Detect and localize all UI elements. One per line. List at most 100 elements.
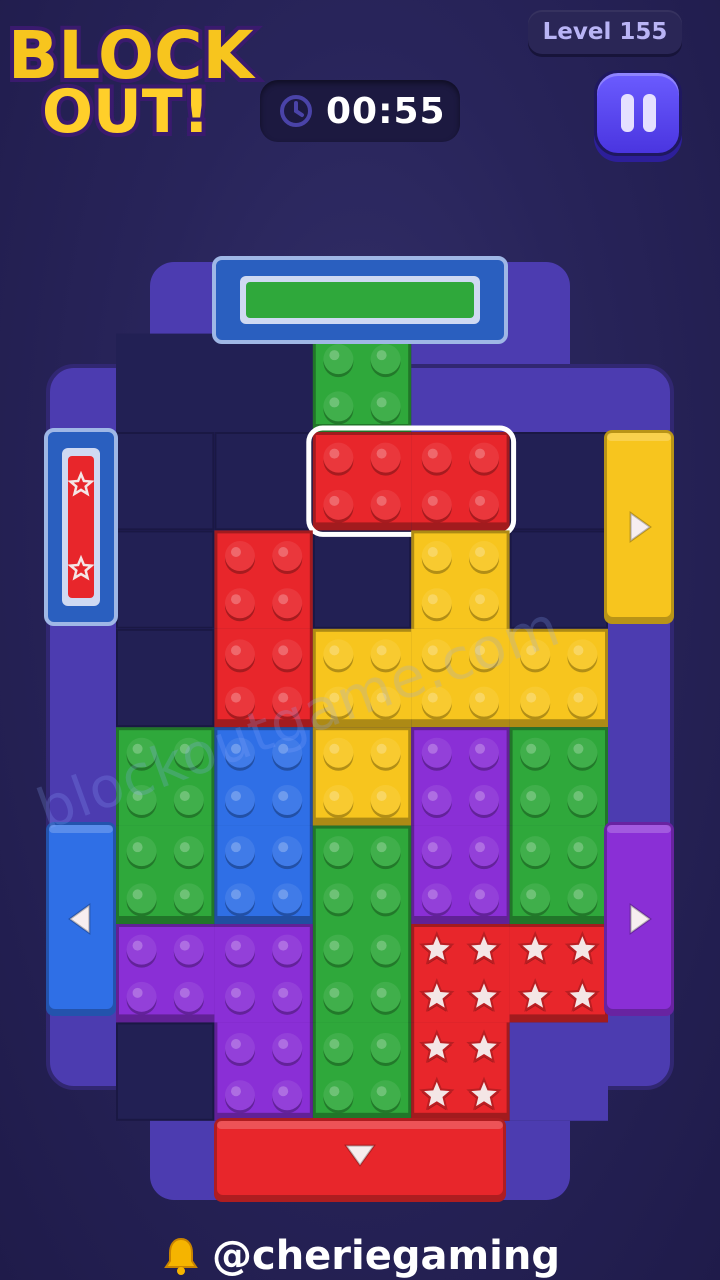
stud-highlight: [475, 791, 486, 802]
block-red-selected[interactable]: [306, 425, 517, 537]
stud: [469, 737, 500, 768]
stud-highlight: [475, 692, 486, 703]
stud-highlight: [329, 940, 340, 951]
gate-bottom-red[interactable]: [214, 1118, 506, 1202]
stud: [173, 785, 204, 816]
stud-highlight: [132, 842, 143, 853]
stud: [323, 489, 354, 520]
stud: [370, 639, 401, 670]
stud-highlight: [573, 645, 584, 656]
grid-cell: [509, 432, 609, 531]
stud-highlight: [376, 397, 387, 408]
stud-highlight: [230, 889, 241, 900]
stud: [469, 540, 500, 571]
stud: [323, 737, 354, 768]
stud: [272, 836, 303, 867]
stud-highlight: [573, 889, 584, 900]
stud: [421, 639, 452, 670]
stud-highlight: [376, 940, 387, 951]
stud: [323, 1032, 354, 1063]
stud-highlight: [329, 350, 340, 361]
stud: [126, 785, 157, 816]
gate-right-yellow[interactable]: [604, 430, 674, 624]
stud-highlight: [132, 940, 143, 951]
game-logo: BLOCK OUT!: [4, 13, 261, 150]
level-label: Level 155: [542, 19, 668, 45]
stud: [520, 686, 551, 717]
stud-highlight: [329, 1086, 340, 1097]
gate-top-green[interactable]: [212, 256, 508, 344]
timer: 00:55: [260, 80, 460, 142]
stud: [224, 836, 255, 867]
block-green-right[interactable]: [509, 727, 608, 924]
stud: [567, 883, 598, 914]
stud-highlight: [427, 495, 438, 506]
stud: [567, 737, 598, 768]
stud: [469, 686, 500, 717]
stud-highlight: [230, 1086, 241, 1097]
stud: [567, 836, 598, 867]
stud-highlight: [475, 546, 486, 557]
stud: [224, 588, 255, 619]
stud-highlight: [526, 842, 537, 853]
stud: [173, 836, 204, 867]
clock-icon: [280, 95, 312, 127]
stud: [421, 489, 452, 520]
stud-highlight: [179, 743, 190, 754]
stud: [323, 344, 354, 375]
stud-highlight: [230, 1038, 241, 1049]
stud: [126, 883, 157, 914]
stud-highlight: [230, 940, 241, 951]
block-red-tall[interactable]: [214, 530, 313, 728]
block-green-left[interactable]: [116, 727, 215, 924]
stud: [520, 883, 551, 914]
stud: [469, 785, 500, 816]
stud-highlight: [278, 940, 289, 951]
block-blue-mid[interactable]: [214, 727, 313, 924]
pause-button[interactable]: [594, 70, 682, 156]
stud: [173, 934, 204, 965]
block-yellow-small[interactable]: [312, 727, 412, 826]
stud: [272, 1032, 303, 1063]
stud-highlight: [278, 842, 289, 853]
stud-highlight: [230, 692, 241, 703]
stud-highlight: [427, 842, 438, 853]
block-green-long[interactable]: [312, 825, 412, 1121]
stud: [421, 686, 452, 717]
block-purple-mid[interactable]: [411, 727, 510, 924]
stud: [421, 836, 452, 867]
stud-highlight: [427, 692, 438, 703]
stud-highlight: [329, 645, 340, 656]
stud: [421, 785, 452, 816]
stud-highlight: [132, 791, 143, 802]
block-green-top[interactable]: [312, 333, 412, 432]
stud: [567, 639, 598, 670]
stud-highlight: [329, 889, 340, 900]
gate-left-blue[interactable]: [46, 822, 116, 1016]
stud-highlight: [376, 743, 387, 754]
stud-highlight: [278, 987, 289, 998]
stud: [272, 737, 303, 768]
logo-line2: OUT!: [42, 77, 210, 147]
stud: [224, 686, 255, 717]
grid-cell: [116, 1022, 215, 1121]
stud-highlight: [278, 645, 289, 656]
stud: [272, 639, 303, 670]
gate-right-purple[interactable]: [604, 822, 674, 1016]
stud-highlight: [329, 495, 340, 506]
gate-highlight: [607, 825, 671, 833]
stud: [323, 934, 354, 965]
gate-highlight: [49, 825, 113, 833]
level-badge: Level 155: [528, 10, 682, 54]
stud: [224, 883, 255, 914]
stud-highlight: [329, 987, 340, 998]
stud: [421, 737, 452, 768]
stud-highlight: [526, 645, 537, 656]
gate-left-red-star[interactable]: [44, 428, 118, 626]
stud-highlight: [475, 743, 486, 754]
pause-icon-bar: [620, 94, 634, 132]
stud-highlight: [230, 645, 241, 656]
block-cell-face: [414, 1022, 507, 1113]
stud: [520, 639, 551, 670]
stud: [421, 442, 452, 473]
